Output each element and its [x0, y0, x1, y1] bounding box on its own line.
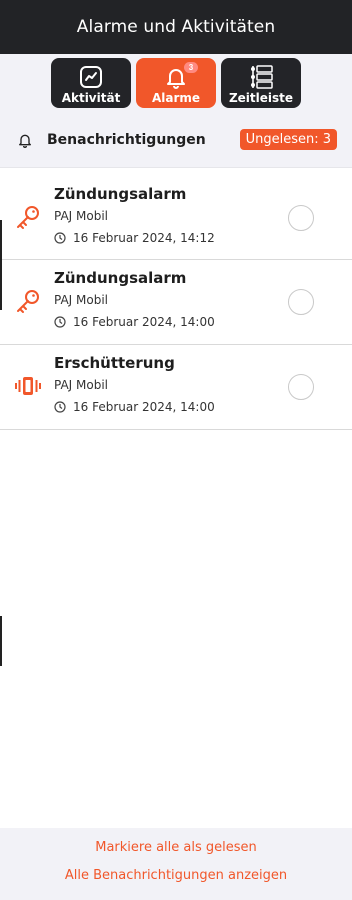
show-all-notifications-link[interactable]: Alle Benachrichtigungen anzeigen: [65, 868, 287, 883]
alarm-device: PAJ Mobil: [54, 378, 109, 392]
alarm-item[interactable]: Zündungsalarm PAJ Mobil 16 Februar 2024,…: [0, 176, 352, 260]
footer-actions: Markiere alle als gelesen Alle Benachric…: [0, 828, 352, 900]
vibration-icon: [14, 371, 42, 401]
background-edge: [0, 616, 2, 666]
tab-alarme[interactable]: 3 Alarme: [136, 58, 216, 108]
mark-read-checkbox[interactable]: [288, 374, 314, 400]
alarm-time: 16 Februar 2024, 14:12: [73, 231, 215, 245]
alarm-title: Zündungsalarm: [54, 269, 187, 287]
notifications-title: Benachrichtigungen: [47, 131, 206, 148]
mark-read-checkbox[interactable]: [288, 205, 314, 231]
tab-label: Zeitleiste: [228, 91, 294, 105]
page-title: Alarme und Aktivitäten: [76, 17, 276, 37]
alarm-count-badge: 3: [184, 62, 198, 73]
alarm-time-row: 16 Februar 2024, 14:12: [54, 231, 215, 245]
alarm-time-row: 16 Februar 2024, 14:00: [54, 315, 215, 329]
tab-zeitleiste[interactable]: Zeitleiste: [221, 58, 301, 108]
tab-aktivitaet[interactable]: Aktivität: [51, 58, 131, 108]
alarm-title: Erschütterung: [54, 354, 175, 372]
alarm-list: Zündungsalarm PAJ Mobil 16 Februar 2024,…: [0, 176, 352, 430]
unread-count-badge: Ungelesen: 3: [239, 129, 337, 150]
alarm-time: 16 Februar 2024, 14:00: [73, 315, 215, 329]
bell-outline-icon: [17, 132, 33, 148]
mark-read-checkbox[interactable]: [288, 289, 314, 315]
clock-icon: [54, 401, 66, 413]
key-icon: [14, 286, 42, 316]
alarm-title: Zündungsalarm: [54, 185, 187, 203]
tab-label: Alarme: [151, 91, 201, 105]
tab-bar: Aktivität 3 Alarme Zeitleiste: [0, 54, 352, 112]
background-edge: [0, 220, 2, 310]
clock-icon: [54, 316, 66, 328]
activity-chart-icon: [77, 64, 105, 90]
app-header: Alarme und Aktivitäten: [0, 0, 352, 54]
alarm-time: 16 Februar 2024, 14:00: [73, 400, 215, 414]
mark-all-read-link[interactable]: Markiere alle als gelesen: [95, 840, 257, 855]
alarm-device: PAJ Mobil: [54, 209, 109, 223]
alarm-item[interactable]: Zündungsalarm PAJ Mobil 16 Februar 2024,…: [0, 260, 352, 345]
alarm-device: PAJ Mobil: [54, 293, 109, 307]
alarm-time-row: 16 Februar 2024, 14:00: [54, 400, 215, 414]
tab-label: Aktivität: [61, 91, 121, 105]
clock-icon: [54, 232, 66, 244]
key-icon: [14, 202, 42, 232]
timeline-icon: [247, 64, 275, 90]
notifications-header: Benachrichtigungen Ungelesen: 3: [0, 112, 352, 168]
alarm-item[interactable]: Erschütterung PAJ Mobil 16 Februar 2024,…: [0, 345, 352, 430]
